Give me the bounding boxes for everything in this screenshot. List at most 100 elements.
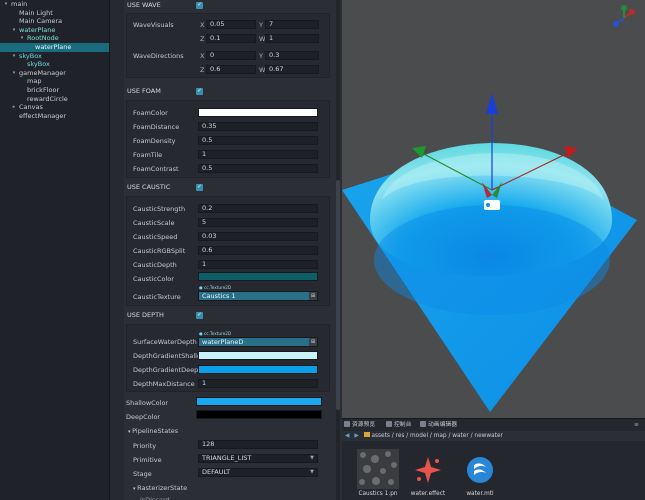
assets-panel: 资源预览 控制台 动画编辑器 ≡ ◀ ▶ assets / res / mode…: [342, 418, 645, 500]
hierarchy-node-label: Main Camera: [19, 17, 63, 26]
hierarchy-node[interactable]: waterPlane: [0, 42, 109, 52]
inspector-scroll-thumb[interactable]: [336, 180, 340, 410]
effect-icon: [415, 457, 441, 483]
stage-select[interactable]: DEFAULT ▼: [198, 468, 318, 477]
panel-menu-icon[interactable]: ≡: [634, 420, 639, 430]
tab-console[interactable]: 控制台: [386, 420, 411, 430]
hierarchy-node[interactable]: rewardCircle: [0, 95, 109, 104]
wave-visuals-w-field[interactable]: 1: [265, 34, 319, 43]
tree-expand-icon[interactable]: ▾: [11, 69, 17, 78]
tree-expand-icon[interactable]: ▾: [11, 52, 17, 61]
axis-y-label: Y: [259, 21, 263, 29]
caustic-texture-hint: ● cc.Texture2D: [199, 285, 232, 290]
wave-visuals-z-field[interactable]: 0.1: [206, 34, 256, 43]
foam-color-label: FoamColor: [133, 109, 168, 117]
axis-z-label: Z: [200, 66, 205, 74]
hierarchy-node-label: RootNode: [27, 34, 59, 43]
shallow-color-swatch[interactable]: [196, 397, 322, 406]
file-water-effect[interactable]: water.effect: [400, 449, 456, 499]
forward-arrow-icon[interactable]: ▶: [354, 433, 358, 439]
hierarchy-node[interactable]: skyBox: [0, 60, 109, 69]
caustic-rgbsplit-field[interactable]: 0.6: [198, 246, 318, 255]
axis-z-label: Z: [200, 35, 205, 43]
depth-maxdist-field[interactable]: 1: [198, 379, 318, 388]
hierarchy-node-label: rewardCircle: [27, 94, 68, 103]
wave-visuals-x-field[interactable]: 0.05: [206, 20, 256, 29]
inspector-panel: USE WAVE ✓ WaveVisuals X 0.05 Y 7 Z 0.1 …: [124, 0, 342, 500]
back-arrow-icon[interactable]: ◀: [345, 433, 349, 439]
foam-contrast-field[interactable]: 0.5: [198, 164, 318, 173]
wave-directions-z-field[interactable]: 0.6: [206, 65, 256, 74]
file-name: water.effect: [410, 491, 446, 497]
use-caustic-label: USE CAUSTIC: [127, 183, 171, 191]
tab-animation-editor[interactable]: 动画编辑器: [420, 420, 457, 430]
hierarchy-node[interactable]: ▾ skyBox: [0, 52, 109, 61]
tab-label: 资源预览: [352, 422, 376, 428]
use-foam-header: USE FOAM: [124, 86, 336, 96]
foam-tile-field[interactable]: 1: [198, 150, 318, 159]
orientation-x-icon: [629, 9, 635, 15]
caustic-rgbsplit-label: CausticRGBSplit: [133, 247, 186, 255]
deep-color-swatch[interactable]: [196, 410, 322, 419]
depth-shallow-swatch[interactable]: [198, 351, 318, 360]
caustic-strength-label: CausticStrength: [133, 205, 186, 213]
depth-deep-swatch[interactable]: [198, 365, 318, 374]
use-depth-header: USE DEPTH: [124, 310, 336, 320]
dropdown-caret-icon: ▼: [310, 455, 314, 461]
tree-expand-icon[interactable]: ▾: [3, 0, 9, 9]
use-depth-checkbox[interactable]: ✓: [196, 311, 203, 319]
foam-distance-field[interactable]: 0.35: [198, 122, 318, 131]
raster-header[interactable]: ▾ RasterizerState: [133, 484, 187, 492]
use-foam-checkbox[interactable]: ✓: [196, 87, 203, 95]
caustic-depth-field[interactable]: 1: [198, 260, 318, 269]
hierarchy-node[interactable]: Main Light: [0, 9, 109, 18]
material-icon: [467, 457, 493, 483]
use-wave-checkbox[interactable]: ✓: [196, 1, 203, 9]
tree-expand-icon[interactable]: ▾: [19, 34, 25, 43]
surface-depth-hint: ● cc.Texture2D: [199, 331, 232, 336]
caustic-speed-field[interactable]: 0.03: [198, 232, 318, 241]
caustic-strength-field[interactable]: 0.2: [198, 204, 318, 213]
tree-expand-icon[interactable]: ▾: [11, 26, 17, 35]
foam-tile-label: FoamTile: [133, 151, 163, 159]
file-name: water.mtl: [466, 491, 494, 497]
hierarchy-node[interactable]: effectManager: [0, 112, 109, 121]
wave-directions-y-field[interactable]: 0.3: [265, 51, 319, 60]
scene-viewport[interactable]: [342, 0, 645, 418]
surface-depth-field[interactable]: waterPlaneD ⊞: [198, 337, 318, 347]
tab-asset-preview[interactable]: 资源预览: [344, 420, 375, 430]
raster-title: RasterizerState: [137, 484, 188, 492]
use-caustic-checkbox[interactable]: ✓: [196, 183, 203, 191]
isdiscard-label: isDiscard: [140, 496, 170, 500]
file-water-material[interactable]: water.mtl: [452, 449, 508, 499]
primitive-select[interactable]: TRIANGLE_LIST ▼: [198, 454, 318, 463]
hierarchy-node[interactable]: ▾ waterPlane: [0, 26, 109, 35]
priority-field[interactable]: 128: [198, 440, 318, 449]
hierarchy-node[interactable]: brickFloor: [0, 86, 109, 95]
foam-density-field[interactable]: 0.5: [198, 136, 318, 145]
caustic-texture-field[interactable]: Caustics 1 ⊞: [198, 291, 318, 301]
panel-divider[interactable]: [110, 0, 124, 500]
asset-picker-icon[interactable]: ⊞: [309, 292, 317, 300]
hierarchy-node[interactable]: ▾ gameManager: [0, 69, 109, 78]
asset-picker-icon[interactable]: ⊞: [309, 338, 317, 346]
wave-directions-x-field[interactable]: 0: [206, 51, 256, 60]
orientation-z-icon: [613, 21, 619, 27]
use-wave-label: USE WAVE: [127, 1, 161, 9]
hierarchy-node[interactable]: ▾ RootNode: [0, 34, 109, 43]
hierarchy-node[interactable]: map: [0, 77, 109, 86]
depth-maxdist-label: DepthMaxDistance: [133, 380, 195, 388]
file-caustics-texture[interactable]: Caustics 1.pn: [350, 449, 406, 499]
file-name: Caustics 1.pn: [358, 491, 398, 497]
hierarchy-node-label: skyBox: [27, 60, 50, 69]
pipeline-header[interactable]: ▾ PipelineStates: [128, 427, 178, 435]
wave-visuals-y-field[interactable]: 7: [265, 20, 319, 29]
hierarchy-node[interactable]: ▾ main: [0, 0, 109, 9]
hierarchy-node[interactable]: ▸ Canvas: [0, 103, 109, 112]
foam-color-swatch[interactable]: [198, 108, 318, 117]
wave-directions-w-field[interactable]: 0.67: [265, 65, 319, 74]
hierarchy-node[interactable]: Main Camera: [0, 17, 109, 26]
caustic-color-swatch[interactable]: [198, 272, 318, 281]
caustic-scale-field[interactable]: 5: [198, 218, 318, 227]
tree-expand-icon[interactable]: ▸: [11, 103, 17, 112]
